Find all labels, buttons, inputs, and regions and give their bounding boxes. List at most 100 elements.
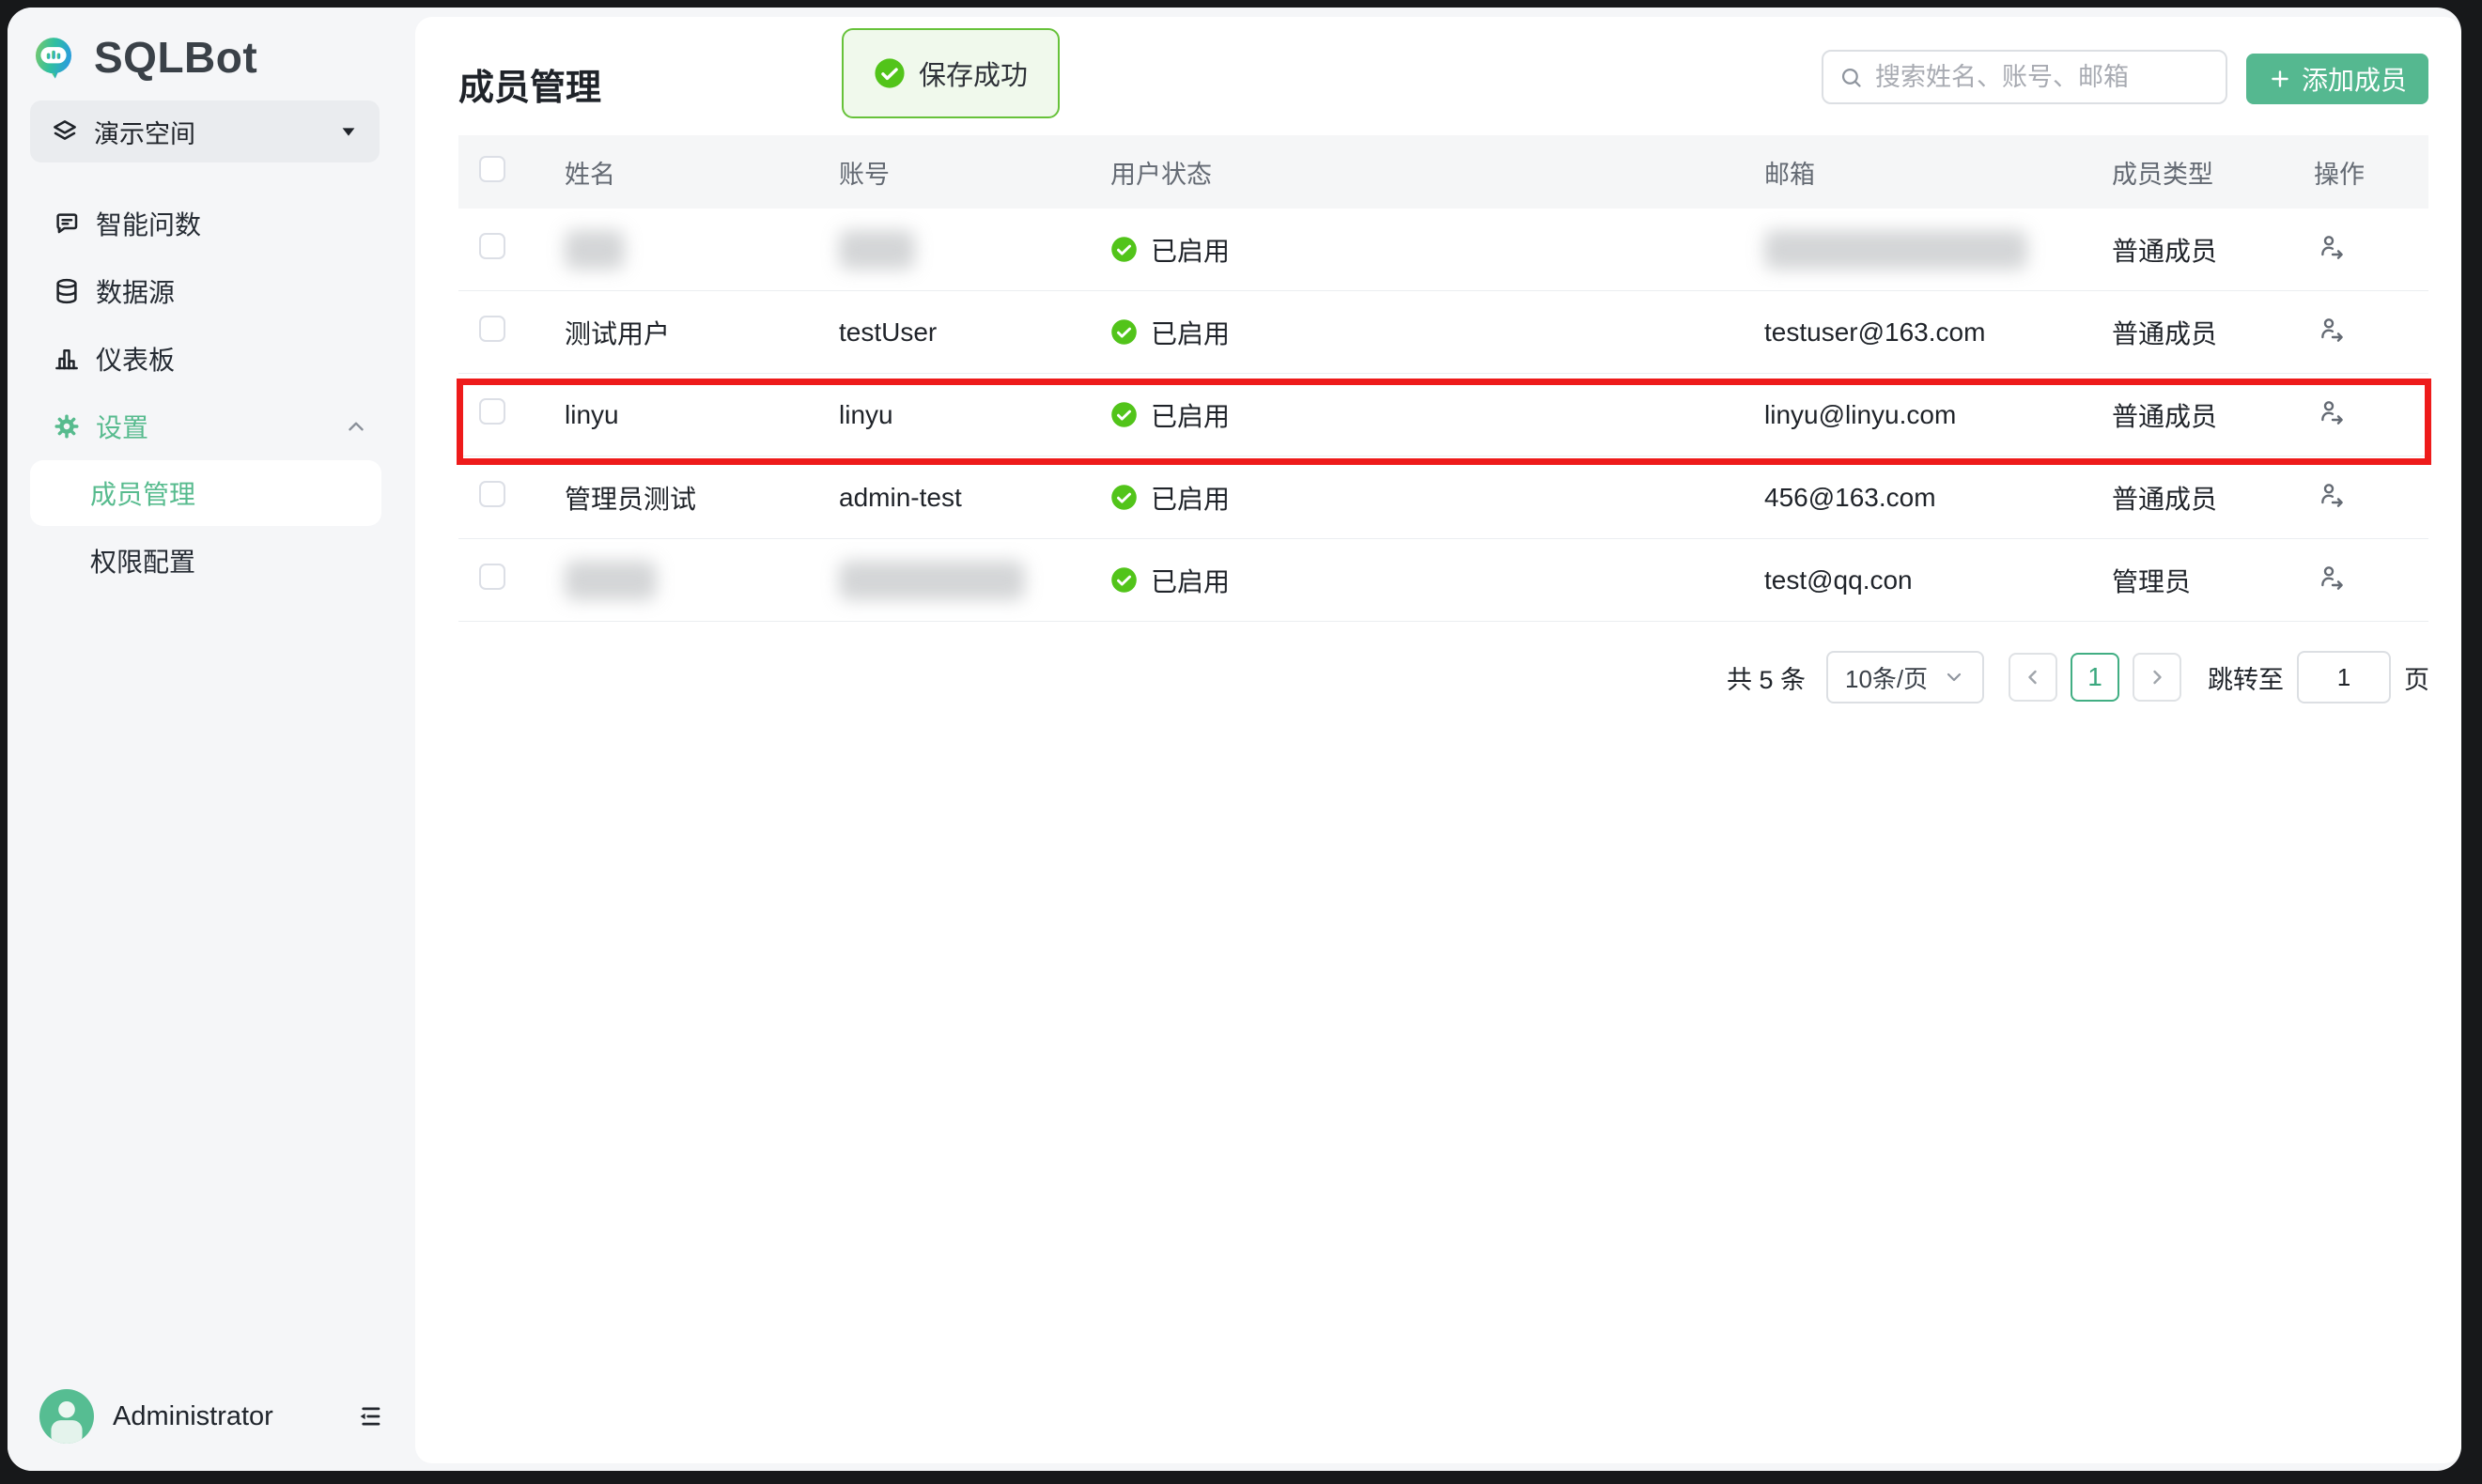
change-role-button[interactable] bbox=[2314, 395, 2348, 429]
change-role-icon bbox=[2316, 397, 2346, 427]
cell-status: 已启用 bbox=[1095, 479, 1749, 517]
user-name: Administrator bbox=[113, 1401, 353, 1432]
row-checkbox-cell bbox=[458, 316, 550, 348]
cell-account: testUser bbox=[824, 317, 1095, 348]
brand-logo: SQLBot bbox=[26, 30, 257, 85]
cell-status: 已启用 bbox=[1095, 231, 1749, 269]
sidebar: SQLBot 演示空间 智能问数 bbox=[8, 8, 408, 1471]
prev-page-button[interactable] bbox=[2009, 653, 2057, 702]
sidebar-item-label: 智能问数 bbox=[96, 205, 201, 242]
table-row: 管理员测试admin-test已启用456@163.com普通成员 bbox=[458, 456, 2428, 539]
sidebar-item-datasource[interactable]: 数据源 bbox=[8, 257, 408, 325]
jump-label: 跳转至 bbox=[2208, 659, 2284, 696]
jump-page-input[interactable] bbox=[2297, 651, 2391, 703]
cell-member-type: 普通成员 bbox=[2097, 479, 2299, 517]
app-window: SQLBot 演示空间 智能问数 bbox=[8, 8, 2461, 1471]
change-role-icon bbox=[2316, 563, 2346, 593]
table-row: 测试用户testUser已启用testuser@163.com普通成员 bbox=[458, 291, 2428, 374]
account-redacted-blob bbox=[839, 561, 1025, 600]
check-circle-icon bbox=[1110, 566, 1138, 594]
change-role-icon bbox=[2316, 232, 2346, 262]
row-checkbox[interactable] bbox=[479, 481, 505, 507]
page-size-select[interactable]: 10条/页 bbox=[1826, 651, 1984, 703]
cell-status: 已启用 bbox=[1095, 396, 1749, 434]
gear-icon bbox=[53, 412, 81, 441]
user-row: Administrator bbox=[39, 1386, 385, 1446]
sidebar-item-settings[interactable]: 设置 bbox=[8, 393, 408, 460]
sidebar-item-qa[interactable]: 智能问数 bbox=[8, 190, 408, 257]
cell-actions bbox=[2299, 561, 2428, 599]
sidebar-subitem-label: 权限配置 bbox=[90, 542, 195, 580]
cell-email: linyu@linyu.com bbox=[1749, 400, 2097, 430]
row-checkbox[interactable] bbox=[479, 564, 505, 590]
status-text: 已启用 bbox=[1151, 562, 1230, 599]
layers-icon bbox=[51, 117, 79, 146]
cell-name bbox=[550, 561, 824, 600]
page-title: 成员管理 bbox=[458, 58, 601, 110]
column-header-account: 账号 bbox=[824, 154, 1095, 191]
cell-email bbox=[1749, 230, 2097, 270]
table-row: linyulinyu已启用linyu@linyu.com普通成员 bbox=[458, 374, 2428, 456]
column-header-email: 邮箱 bbox=[1749, 154, 2097, 191]
page-1-button[interactable]: 1 bbox=[2071, 653, 2119, 702]
current-page: 1 bbox=[2087, 662, 2102, 692]
toast-text: 保存成功 bbox=[919, 54, 1028, 93]
cell-member-type: 管理员 bbox=[2097, 562, 2299, 599]
row-checkbox-cell bbox=[458, 233, 550, 266]
sidebar-item-label: 仪表板 bbox=[96, 340, 175, 378]
robot-logo-icon bbox=[26, 30, 81, 85]
workspace-label: 演示空间 bbox=[94, 114, 338, 150]
collapse-sidebar-icon bbox=[355, 1402, 383, 1430]
name-redacted-blob bbox=[565, 561, 657, 600]
column-header-actions: 操作 bbox=[2299, 154, 2428, 191]
sidebar-item-label: 数据源 bbox=[96, 272, 175, 310]
add-member-label: 添加成员 bbox=[2302, 60, 2407, 98]
change-role-button[interactable] bbox=[2314, 313, 2348, 347]
account-redacted-blob bbox=[839, 230, 915, 270]
change-role-button[interactable] bbox=[2314, 230, 2348, 264]
next-page-button[interactable] bbox=[2133, 653, 2181, 702]
change-role-button[interactable] bbox=[2314, 478, 2348, 512]
search-input[interactable] bbox=[1875, 63, 2211, 92]
email-redacted-blob bbox=[1764, 230, 2027, 270]
add-member-button[interactable]: 添加成员 bbox=[2246, 54, 2428, 104]
cell-member-type: 普通成员 bbox=[2097, 396, 2299, 434]
sidebar-subitem-label: 成员管理 bbox=[90, 474, 195, 512]
column-header-type: 成员类型 bbox=[2097, 154, 2299, 191]
bar-chart-icon bbox=[53, 345, 81, 373]
row-checkbox-cell bbox=[458, 564, 550, 596]
cell-name: linyu bbox=[550, 400, 824, 430]
cell-email: test@qq.con bbox=[1749, 565, 2097, 595]
cell-status: 已启用 bbox=[1095, 314, 1749, 351]
sidebar-item-dashboard[interactable]: 仪表板 bbox=[8, 325, 408, 393]
cell-name: 管理员测试 bbox=[550, 479, 824, 517]
cell-account: linyu bbox=[824, 400, 1095, 430]
sidebar-item-label: 设置 bbox=[96, 408, 148, 445]
row-checkbox[interactable] bbox=[479, 398, 505, 425]
members-table: 姓名 账号 用户状态 邮箱 成员类型 操作 已启用普通成员测试用户testUse… bbox=[458, 135, 2428, 622]
cell-account: admin-test bbox=[824, 483, 1095, 513]
check-circle-icon bbox=[1110, 236, 1138, 263]
row-checkbox[interactable] bbox=[479, 233, 505, 259]
change-role-icon bbox=[2316, 315, 2346, 345]
workspace-selector[interactable]: 演示空间 bbox=[30, 100, 380, 162]
cell-name: 测试用户 bbox=[550, 314, 824, 351]
sidebar-subitem-members[interactable]: 成员管理 bbox=[30, 460, 381, 526]
row-checkbox[interactable] bbox=[479, 316, 505, 342]
check-circle-icon bbox=[1110, 318, 1138, 346]
cell-actions bbox=[2299, 478, 2428, 517]
check-circle-icon bbox=[1110, 401, 1138, 428]
success-toast: 保存成功 bbox=[842, 28, 1060, 118]
sidebar-subitem-permissions[interactable]: 权限配置 bbox=[30, 528, 381, 594]
cell-email: 456@163.com bbox=[1749, 483, 2097, 513]
page-suffix: 页 bbox=[2404, 659, 2429, 696]
column-header-status: 用户状态 bbox=[1095, 154, 1749, 191]
change-role-button[interactable] bbox=[2314, 561, 2348, 595]
chevron-up-icon[interactable] bbox=[344, 414, 368, 439]
select-all-checkbox[interactable] bbox=[479, 156, 505, 182]
collapse-sidebar-button[interactable] bbox=[353, 1400, 385, 1432]
table-body: 已启用普通成员测试用户testUser已启用testuser@163.com普通… bbox=[458, 209, 2428, 622]
chat-icon bbox=[53, 209, 81, 238]
user-avatar-icon[interactable] bbox=[39, 1389, 94, 1444]
database-icon bbox=[53, 277, 81, 305]
